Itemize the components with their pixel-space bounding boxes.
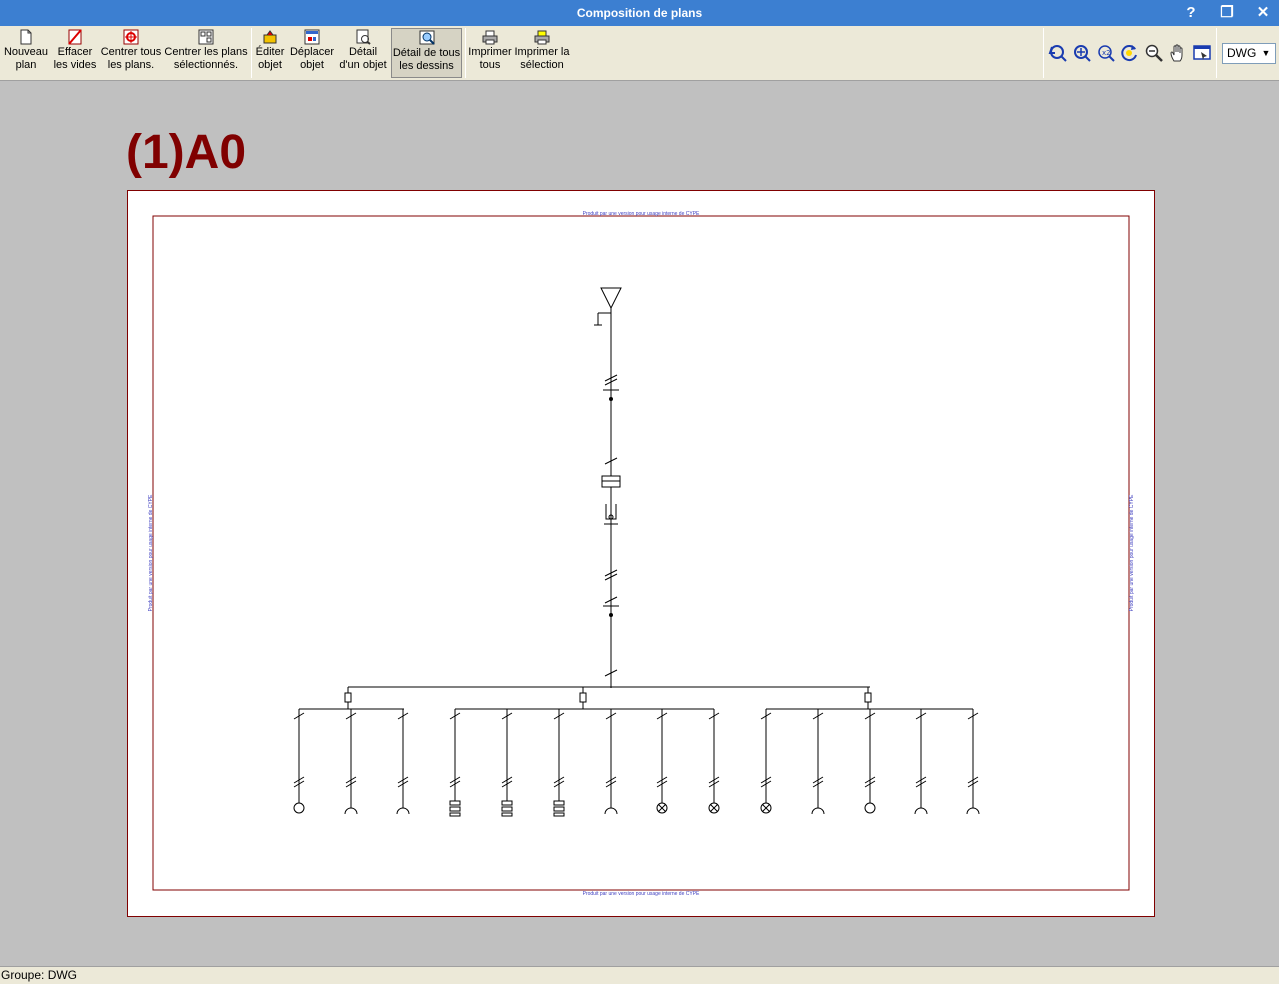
status-text: Groupe: DWG <box>1 968 78 982</box>
status-bar: Groupe: DWG <box>0 966 1279 984</box>
zoom-refresh-icon[interactable] <box>1120 43 1140 63</box>
move-object-button[interactable]: Déplacer objet <box>288 28 336 78</box>
circuit-column <box>293 709 305 814</box>
zoom-previous-icon[interactable] <box>1048 43 1068 63</box>
circuit-column <box>760 709 772 814</box>
new-document-icon <box>20 29 32 45</box>
center-selected-button[interactable]: Centrer les plans sélectionnés. <box>164 28 248 78</box>
print-selection-icon <box>534 30 550 45</box>
circuits <box>293 709 980 817</box>
chevron-down-icon[interactable]: ▼ <box>1259 46 1273 61</box>
pan-hand-icon[interactable] <box>1168 43 1188 63</box>
title-bar: Composition de plans ? ❐ ✕ <box>0 0 1279 26</box>
object-detail-icon <box>356 29 371 45</box>
window-title: Composition de plans <box>576 6 703 20</box>
watermark-left: Produit par une version pour usage inter… <box>148 494 154 611</box>
move-object-icon <box>304 29 320 45</box>
circuit-column <box>966 709 980 815</box>
single-line-diagram: Produit par une version pour usage inter… <box>148 211 1135 897</box>
circuit-column <box>864 709 876 814</box>
circuit-column <box>344 709 358 815</box>
supply-symbol <box>600 287 622 310</box>
circuit-column <box>604 709 618 815</box>
clear-empty-button[interactable]: Effacer les vides <box>52 28 98 78</box>
format-select[interactable]: DWG ▼ <box>1222 43 1276 64</box>
circuit-column <box>656 709 668 814</box>
close-button[interactable]: ✕ <box>1252 3 1274 23</box>
zoom-window-icon[interactable]: x2 <box>1096 43 1116 63</box>
object-detail-button[interactable]: Détail d'un objet <box>338 28 388 78</box>
center-icon <box>123 29 139 45</box>
toolbar-separator <box>1216 28 1217 78</box>
edit-object-icon <box>263 30 277 44</box>
circuit-column <box>914 709 928 815</box>
toolbar-separator <box>251 28 252 78</box>
watermark-bottom: Produit par une version pour usage inter… <box>583 891 700 897</box>
restore-button[interactable]: ❐ <box>1216 3 1238 23</box>
toolbar-separator <box>1043 28 1044 78</box>
edit-object-button[interactable]: Éditer objet <box>254 28 286 78</box>
toolbar-separator <box>465 28 466 78</box>
circuit-column <box>501 709 513 817</box>
circuit-column <box>708 709 720 814</box>
circuit-column <box>811 709 825 815</box>
center-all-button[interactable]: Centrer tous les plans. <box>100 28 162 78</box>
center-selection-icon <box>198 29 214 45</box>
plan-sheet[interactable]: Produit par une version pour usage inter… <box>127 190 1155 917</box>
zoom-extents-icon[interactable] <box>1072 43 1092 63</box>
printer-icon <box>482 30 498 45</box>
main-feeder <box>299 287 973 710</box>
zoom-out-icon[interactable] <box>1144 43 1164 63</box>
circuit-column <box>553 709 565 817</box>
watermark-top: Produit par une version pour usage inter… <box>583 211 700 217</box>
drawings-detail-icon <box>419 30 435 45</box>
plan-label[interactable]: (1)A0 <box>126 127 246 179</box>
circuit-column <box>396 709 410 815</box>
circuit-column <box>449 709 461 817</box>
watermark-right: Produit par une version pour usage inter… <box>1129 494 1135 611</box>
print-selection-button[interactable]: Imprimer la sélection <box>514 28 570 78</box>
help-button[interactable]: ? <box>1180 3 1202 23</box>
all-drawings-detail-button[interactable]: Détail de tous les dessins <box>391 28 462 78</box>
drawing-workspace[interactable]: (1)A0 Produit par une version pour usage… <box>0 81 1279 966</box>
print-all-button[interactable]: Imprimer tous <box>468 28 512 78</box>
select-window-icon[interactable] <box>1192 43 1212 63</box>
erase-icon <box>68 29 82 45</box>
new-plan-button[interactable]: Nouveau plan <box>2 28 50 78</box>
toolbar: Nouveau plan Effacer les vides Centrer t… <box>0 26 1279 81</box>
